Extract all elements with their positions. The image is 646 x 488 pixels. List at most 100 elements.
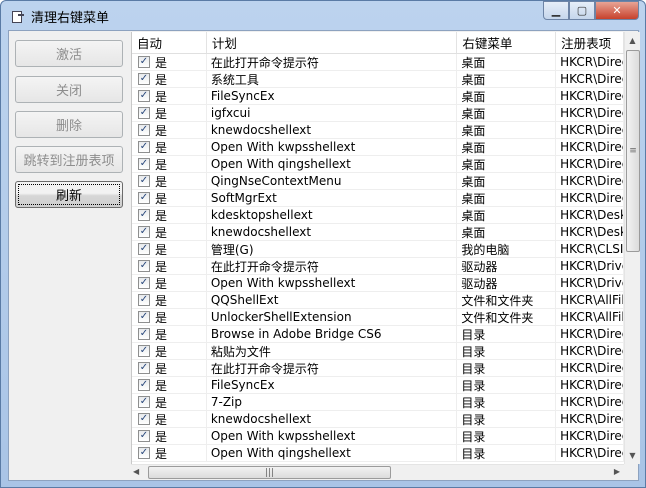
table-row[interactable]: ✓是 系统工具 桌面 HKCR\Directo [132,71,624,88]
auto-checkbox[interactable]: ✓ [138,294,150,306]
auto-checkbox[interactable]: ✓ [138,328,150,340]
auto-checkbox[interactable]: ✓ [138,192,150,204]
table-row[interactable]: ✓ 是 UnlockerShellExtension 文件和文件夹 HKCR\Al… [132,309,624,326]
auto-checkbox[interactable]: ✓ [138,124,150,136]
key-cell: HKCR\Directo [556,190,624,206]
auto-checkbox[interactable]: ✓ [138,175,150,187]
auto-checkbox[interactable]: ✓ [138,158,150,170]
auto-checkbox[interactable]: ✓ [138,56,150,68]
minimize-button[interactable]: ▁ [543,1,569,20]
vertical-scroll-thumb[interactable]: ≡ [626,50,640,252]
auto-value: 是 [155,208,168,223]
auto-checkbox[interactable]: ✓ [138,226,150,238]
table-row[interactable]: ✓是 QingNseContextMenu 桌面 HKCR\Directo [132,173,624,190]
auto-value: 是 [155,55,168,70]
name-cell: QingNseContextMenu [207,173,458,189]
table-row[interactable]: ✓是 Open With qingshellext 目录 HKCR\Direct… [132,445,624,462]
menu-cell: 桌面 [457,224,557,240]
close-button[interactable]: ✕ [595,1,639,20]
key-cell: HKCR\Drive\ [556,275,624,291]
auto-checkbox[interactable]: ✓ [138,447,150,459]
delete-button[interactable]: 删除 [15,111,123,138]
name-cell: 系统工具 [207,71,458,87]
auto-checkbox[interactable]: ✓ [138,141,150,153]
auto-checkbox[interactable]: ✓ [138,430,150,442]
table-row[interactable]: ✓是 QQShellExt 文件和文件夹 HKCR\AllFiles [132,292,624,309]
name-cell: Open With qingshellext [207,156,458,172]
table-row[interactable]: ✓是 igfxcui 桌面 HKCR\Directo [132,105,624,122]
table-header: 自动 计划 右键菜单 注册表项 [132,32,624,54]
key-cell: HKCR\CLSID [556,241,624,257]
auto-checkbox[interactable]: ✓ [138,90,150,102]
table-row[interactable]: ✓是 7-Zip 目录 HKCR\Directo [132,394,624,411]
auto-checkbox[interactable]: ✓ [138,73,150,85]
auto-checkbox[interactable]: ✓ [138,311,150,323]
table-row[interactable]: ✓是 SoftMgrExt 桌面 HKCR\Directo [132,190,624,207]
table-row[interactable]: ✓是 粘贴为文件 目录 HKCR\Directo [132,343,624,360]
key-cell: HKCR\Directo [556,88,624,104]
auto-cell: ✓ 是 [132,411,207,427]
auto-checkbox[interactable]: ✓ [138,209,150,221]
auto-checkbox[interactable]: ✓ [138,345,150,357]
table-row[interactable]: ✓ 是 Browse in Adobe Bridge CS6 目录 HKCR\Di… [132,326,624,343]
auto-value: 是 [155,412,168,427]
auto-value: 是 [155,72,168,87]
table-row[interactable]: ✓是 knewdocshellext 桌面 HKCR\Directo [132,122,624,139]
table-row[interactable]: ✓是 knewdocshellext 桌面 HKCR\Deskto [132,224,624,241]
table-row[interactable]: ✓是 kdesktopshellext 桌面 HKCR\Deskto [132,207,624,224]
client-area: 激活 关闭 删除 跳转到注册表项 刷新 自动 计划 右键菜单 注册表项 ✓ 是 在… [8,30,640,481]
table-row[interactable]: ✓是 knewdocshellext 目录 HKCR\Directo [132,411,624,428]
auto-cell: ✓ 是 [132,275,207,291]
auto-cell: ✓ 是 [132,190,207,206]
table-row[interactable]: ✓是 Open With kwpsshellext 目录 HKCR\Direct… [132,428,624,445]
table-row[interactable]: ✓是 FileSyncEx 桌面 HKCR\Directo [132,88,624,105]
scroll-left-icon[interactable]: ◀ [133,467,139,476]
auto-value: 是 [155,259,168,274]
table-row[interactable]: ✓是 在此打开命令提示符 驱动器 HKCR\Drive\ [132,258,624,275]
table-row[interactable]: ✓是 Open With kwpsshellext 驱动器 HKCR\Drive… [132,275,624,292]
table-row[interactable]: ✓是 Open With qingshellext 桌面 HKCR\Direct… [132,156,624,173]
auto-value: 是 [155,446,168,461]
menu-cell: 桌面 [457,156,557,172]
menu-cell: 我的电脑 [457,241,557,257]
activate-button[interactable]: 激活 [15,40,123,67]
auto-checkbox[interactable]: ✓ [138,413,150,425]
vertical-scrollbar[interactable]: ▲ ≡ ▼ [624,32,640,464]
auto-cell: ✓ 是 [132,326,207,342]
menu-cell: 目录 [457,377,557,393]
menu-cell: 桌面 [457,105,557,121]
menu-cell: 目录 [457,326,557,342]
auto-value: 是 [155,293,168,308]
auto-checkbox[interactable]: ✓ [138,260,150,272]
scroll-right-icon[interactable]: ▶ [614,467,620,476]
disable-button[interactable]: 关闭 [15,76,123,103]
table-row[interactable]: ✓是 在此打开命令提示符 桌面 HKCR\Directo [132,54,624,71]
scroll-up-icon[interactable]: ▲ [625,32,640,49]
name-cell: 管理(G) [207,241,458,257]
name-cell: knewdocshellext [207,411,458,427]
scroll-down-icon[interactable]: ▼ [625,447,640,464]
auto-checkbox[interactable]: ✓ [138,107,150,119]
header-name[interactable]: 计划 [207,32,458,53]
header-menu[interactable]: 右键菜单 [457,32,557,53]
refresh-button[interactable]: 刷新 [15,181,123,208]
horizontal-scroll-thumb[interactable]: ||| [148,466,391,479]
key-cell: HKCR\Deskto [556,224,624,240]
auto-checkbox[interactable]: ✓ [138,396,150,408]
goto-registry-button[interactable]: 跳转到注册表项 [15,146,123,173]
auto-checkbox[interactable]: ✓ [138,277,150,289]
horizontal-scrollbar[interactable]: ◀ ||| ▶ [131,464,624,480]
auto-checkbox[interactable]: ✓ [138,362,150,374]
table-row[interactable]: ✓是 在此打开命令提示符 目录 HKCR\Directo [132,360,624,377]
table-row[interactable]: ✓是 FileSyncEx 目录 HKCR\Directo [132,377,624,394]
auto-value: 是 [155,242,168,257]
header-auto[interactable]: 自动 [132,32,207,53]
header-key[interactable]: 注册表项 [556,32,624,53]
auto-checkbox[interactable]: ✓ [138,379,150,391]
key-cell: HKCR\Directo [556,139,624,155]
table-row[interactable]: ✓是 Open With kwpsshellext 桌面 HKCR\Direct… [132,139,624,156]
auto-checkbox[interactable]: ✓ [138,243,150,255]
menu-cell: 文件和文件夹 [457,309,557,325]
maximize-button[interactable]: ▢ [569,1,595,20]
table-row[interactable]: ✓ 是 管理(G) 我的电脑 HKCR\CLSID [132,241,624,258]
